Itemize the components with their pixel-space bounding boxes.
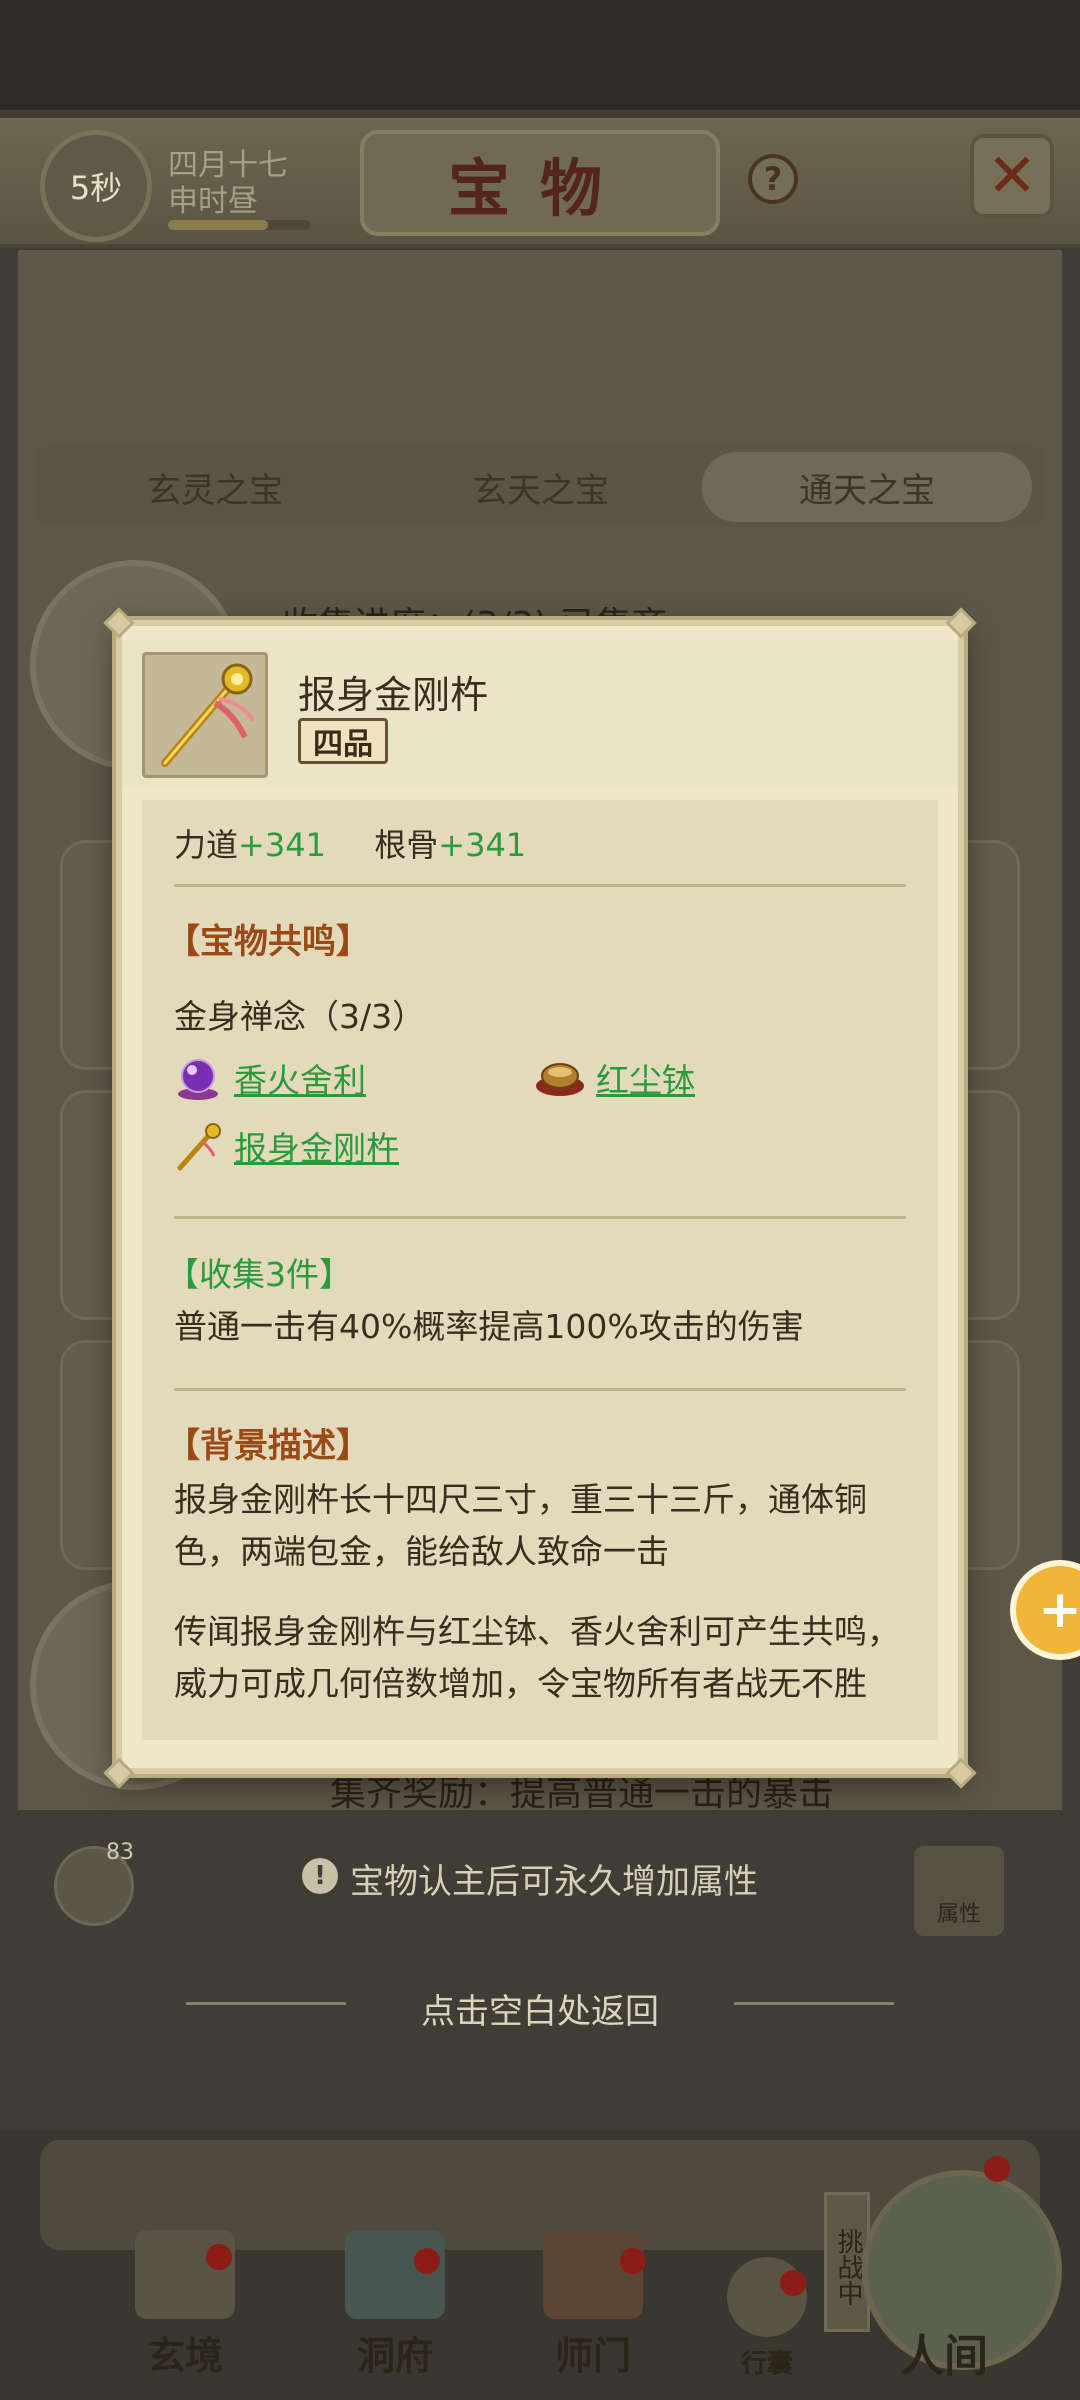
bag-icon — [727, 2257, 807, 2337]
vajra-scepter-icon — [177, 1123, 221, 1171]
status-bar — [0, 0, 1080, 110]
stat-label: 力道 — [174, 826, 239, 864]
tab-tongtian[interactable]: 通天之宝 — [702, 452, 1032, 522]
description-scroll-area[interactable]: 报身金刚杵长十四尺三寸，重三十三斤，通体铜色，两端包金，能给敌人致命一击 传闻报… — [142, 1460, 938, 1742]
stat-value: +341 — [238, 826, 326, 864]
alms-bowl-icon — [536, 1063, 584, 1096]
page-title: 宝物 — [360, 130, 720, 236]
time-progress-fill — [168, 220, 268, 230]
set-item-link[interactable]: 红尘钵 — [596, 1054, 695, 1102]
nav-item-dongfu[interactable]: 洞府 — [320, 2230, 470, 2380]
banner-icon — [543, 2230, 643, 2319]
vajra-scepter-icon — [161, 663, 255, 767]
stat-label: 根骨 — [374, 826, 439, 864]
close-button[interactable]: ✕ — [970, 134, 1054, 218]
background-desc: 传闻报身金刚杵与红尘钵、香火舍利可产生共鸣，威力可成几何倍数增加，令宝物所有者战… — [174, 1612, 900, 1703]
stat-value: +341 — [438, 826, 527, 864]
tab-xuantian[interactable]: 玄天之宝 — [376, 452, 706, 522]
notice-text: 宝物认主后可永久增加属性 — [350, 1862, 758, 1902]
collect-bonus-title: 【收集3件】 — [166, 1255, 352, 1294]
game-time-of-day: 申时昼 — [168, 184, 258, 219]
set-name: 金身禅念（3/3） — [174, 997, 426, 1036]
divider — [174, 1216, 906, 1219]
notice-icon: ! — [302, 1858, 338, 1894]
resonance-title: 【宝物共鸣】 — [166, 922, 370, 962]
item-name: 报身金刚杵 — [298, 673, 489, 717]
chat-count-badge: 83 — [106, 1840, 134, 1865]
nav-item-shimen[interactable]: 师门 — [518, 2230, 668, 2380]
set-item-link[interactable]: 报身金刚杵 — [234, 1122, 399, 1170]
pavilion-icon — [345, 2230, 445, 2319]
collect-bonus-desc: 普通一击有40%概率提高100%攻击的伤害 — [174, 1307, 804, 1346]
return-hint[interactable]: 点击空白处返回 — [0, 1984, 1080, 2033]
notification-dot — [414, 2248, 440, 2274]
nav-label: 行囊 — [740, 2349, 793, 2379]
attributes-button[interactable]: 属性 — [914, 1846, 1004, 1936]
nav-item-xingnang[interactable]: 行囊 — [692, 2230, 842, 2380]
notification-dot — [984, 2156, 1010, 2182]
set-item: 红尘钵 — [534, 1050, 695, 1106]
tab-xuanling[interactable]: 玄灵之宝 — [50, 452, 380, 522]
notification-dot — [620, 2248, 646, 2274]
purple-orb-icon — [178, 1059, 218, 1100]
notification-dot — [206, 2244, 232, 2270]
set-item: 香火舍利 — [172, 1050, 366, 1106]
help-button[interactable]: ? — [748, 154, 798, 204]
item-icon-frame — [142, 652, 268, 778]
stats-line: 力道+341 根骨+341 — [174, 820, 526, 866]
timer-badge: 5秒 — [40, 130, 152, 242]
grade-badge: 四品 — [298, 718, 388, 764]
plus-icon: + — [1038, 1580, 1080, 1640]
nav-label: 玄境 — [146, 2333, 223, 2378]
nav-item-xuanjing[interactable]: 玄境 — [110, 2230, 260, 2380]
divider — [174, 1388, 906, 1391]
notification-dot — [780, 2270, 806, 2296]
set-item-link[interactable]: 香火舍利 — [234, 1054, 366, 1102]
nav-item-renjian[interactable]: 人间 — [900, 2320, 988, 2384]
set-item: 报身金刚杵 — [172, 1118, 399, 1174]
divider — [174, 884, 906, 887]
nav-label: 师门 — [554, 2333, 631, 2378]
background-desc: 报身金刚杵长十四尺三寸，重三十三斤，通体铜色，两端包金，能给敌人致命一击 — [174, 1480, 867, 1571]
nav-label: 洞府 — [356, 2333, 433, 2378]
